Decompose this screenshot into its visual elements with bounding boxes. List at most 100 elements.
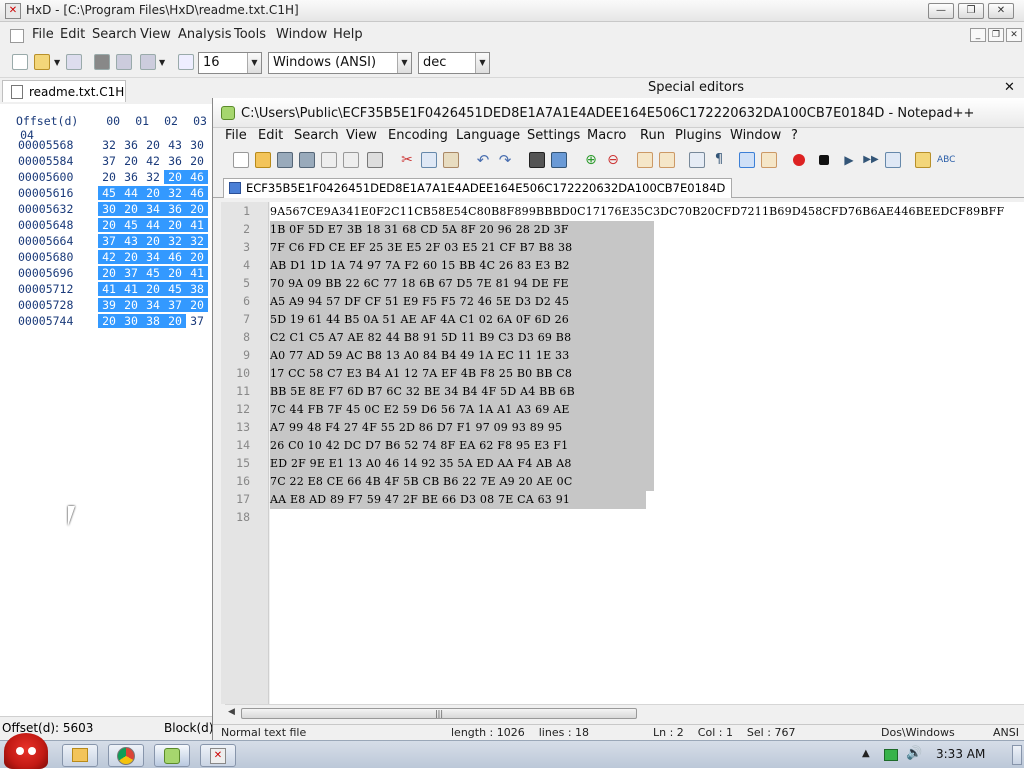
hxd-app-icon[interactable]: ✕ [5,3,21,19]
hex-byte[interactable]: 20 [98,218,120,232]
find-icon[interactable] [529,152,545,168]
hex-byte[interactable]: 45 [164,282,186,296]
tab-readme[interactable]: readme.txt.C1H [2,80,126,102]
menu-search[interactable]: Search [92,27,137,42]
zoom-in-icon[interactable]: ⊕ [583,152,599,168]
hex-byte[interactable]: 34 [142,202,164,216]
npp-menu-window[interactable]: Window [730,128,781,143]
new-file-icon[interactable] [233,152,249,168]
redo-icon[interactable]: ↷ [497,152,513,168]
menu-analysis[interactable]: Analysis [178,27,232,42]
editor-line[interactable]: 1B 0F 5D E7 3B 18 31 68 CD 5A 8F 20 96 2… [270,221,654,239]
settings-icon[interactable] [915,152,931,168]
horizontal-scrollbar[interactable]: ◀ ||| [225,704,1024,722]
start-button[interactable] [4,733,48,769]
taskbar-chrome[interactable] [108,744,144,767]
hex-byte[interactable]: 20 [120,154,142,168]
hex-byte[interactable]: 20 [186,154,208,168]
mdi-minimize-button[interactable]: _ [970,28,986,42]
menu-file[interactable]: File [32,27,54,42]
hex-row[interactable]: 00005584 37 20 42 36 20 [18,154,208,168]
hex-row[interactable]: 00005696 20 37 45 20 41 [18,266,208,280]
hex-byte[interactable]: 20 [98,314,120,328]
hex-byte[interactable]: 20 [98,266,120,280]
close-all-icon[interactable] [343,152,359,168]
editor-line[interactable]: AA E8 AD 89 F7 59 47 2F BE 66 D3 08 7E C… [270,491,646,509]
cut-icon[interactable]: ✂ [399,152,415,168]
hex-byte[interactable]: 41 [186,266,208,280]
close-file-icon[interactable] [321,152,337,168]
editor-line[interactable]: A5 A9 94 57 DF CF 51 E9 F5 F5 72 46 5E D… [270,293,654,311]
hex-row[interactable]: 00005680 42 20 34 46 20 [18,250,208,264]
hex-byte[interactable]: 44 [120,186,142,200]
hex-byte[interactable]: 39 [98,298,120,312]
hex-byte[interactable]: 32 [164,186,186,200]
editor-line[interactable]: 7F C6 FD CE EF 25 3E E5 2F 03 E5 21 CF B… [270,239,654,257]
volume-icon[interactable]: 🔊 [906,746,922,761]
npp-menu-search[interactable]: Search [294,128,339,143]
hex-byte[interactable]: 36 [164,154,186,168]
npp-menu-help[interactable]: ? [791,128,798,143]
ram-icon[interactable] [116,54,132,70]
scroll-left-icon[interactable]: ◀ [228,707,235,717]
hex-byte[interactable]: 43 [120,234,142,248]
paste-icon[interactable] [443,152,459,168]
show-all-chars-icon[interactable]: ¶ [711,152,727,168]
npp-menu-language[interactable]: Language [456,128,520,143]
hex-byte[interactable]: 36 [164,202,186,216]
hex-byte[interactable]: 20 [164,266,186,280]
hex-byte[interactable]: 36 [120,138,142,152]
hex-byte[interactable]: 30 [120,314,142,328]
udl-icon[interactable] [761,152,777,168]
charset-select[interactable]: Windows (ANSI) ▼ [268,52,412,74]
editor-line[interactable]: A7 99 48 F4 27 4F 55 2D 86 D7 F1 97 09 9… [270,419,654,437]
hex-row[interactable]: 00005728 39 20 34 37 20 [18,298,208,312]
editor-line[interactable]: 9A567CE9A341E0F2C11CB58E54C80B8F899BBBD0… [270,203,1024,221]
chevron-down-icon[interactable]: ▼ [247,53,261,73]
hex-byte[interactable]: 37 [164,298,186,312]
show-desktop-button[interactable] [1012,745,1022,765]
menu-help[interactable]: Help [333,27,363,42]
hex-byte[interactable]: 20 [142,138,164,152]
hex-byte[interactable]: 37 [98,154,120,168]
hex-byte[interactable]: 20 [186,202,208,216]
tab-document[interactable]: ECF35B5E1F0426451DED8E1A7A1E4ADEE164E506… [223,178,733,198]
text-editor[interactable]: 9A567CE9A341E0F2C11CB58E54C80B8F899BBBD0… [270,202,1024,704]
hex-byte[interactable]: 41 [186,218,208,232]
hex-row[interactable]: 00005616 45 44 20 32 46 [18,186,208,200]
hex-byte[interactable]: 46 [186,170,208,184]
close-button[interactable]: ✕ [988,3,1014,19]
record-macro-icon[interactable] [793,154,805,166]
hex-byte[interactable]: 20 [98,170,120,184]
hex-byte[interactable]: 32 [186,234,208,248]
chevron-down-icon[interactable]: ▼ [54,58,60,67]
chevron-down-icon[interactable]: ▼ [397,53,411,73]
hex-byte[interactable]: 32 [164,234,186,248]
spellcheck-icon[interactable]: ABC [937,152,955,168]
npp-menu-plugins[interactable]: Plugins [675,128,722,143]
hex-byte[interactable]: 20 [164,314,186,328]
taskbar-hxd[interactable]: ✕ [200,744,236,767]
hex-byte[interactable]: 45 [142,266,164,280]
hex-byte[interactable]: 38 [186,282,208,296]
minimize-button[interactable]: — [928,3,954,19]
npp-menu-encoding[interactable]: Encoding [388,128,448,143]
npp-menu-view[interactable]: View [346,128,377,143]
hex-byte[interactable]: 45 [120,218,142,232]
hex-byte[interactable]: 45 [98,186,120,200]
mdi-restore-button[interactable]: ❐ [988,28,1004,42]
play-multiple-icon[interactable]: ▶▶ [863,152,879,168]
offset-base-select[interactable]: dec ▼ [418,52,490,74]
hex-byte[interactable]: 46 [164,250,186,264]
hex-byte[interactable]: 20 [164,218,186,232]
hex-byte[interactable]: 20 [120,298,142,312]
hex-row[interactable]: 00005600 20 36 32 20 46 [18,170,208,184]
open-folder-icon[interactable] [34,54,50,70]
menu-window[interactable]: Window [276,27,327,42]
save-icon[interactable] [66,54,82,70]
new-file-icon[interactable] [12,54,28,70]
hex-byte[interactable]: 20 [186,298,208,312]
menu-tools[interactable]: Tools [234,27,266,42]
npp-title-bar[interactable]: C:\Users\Public\ECF35B5E1F0426451DED8E1A… [213,98,1024,128]
hex-byte[interactable]: 37 [98,234,120,248]
